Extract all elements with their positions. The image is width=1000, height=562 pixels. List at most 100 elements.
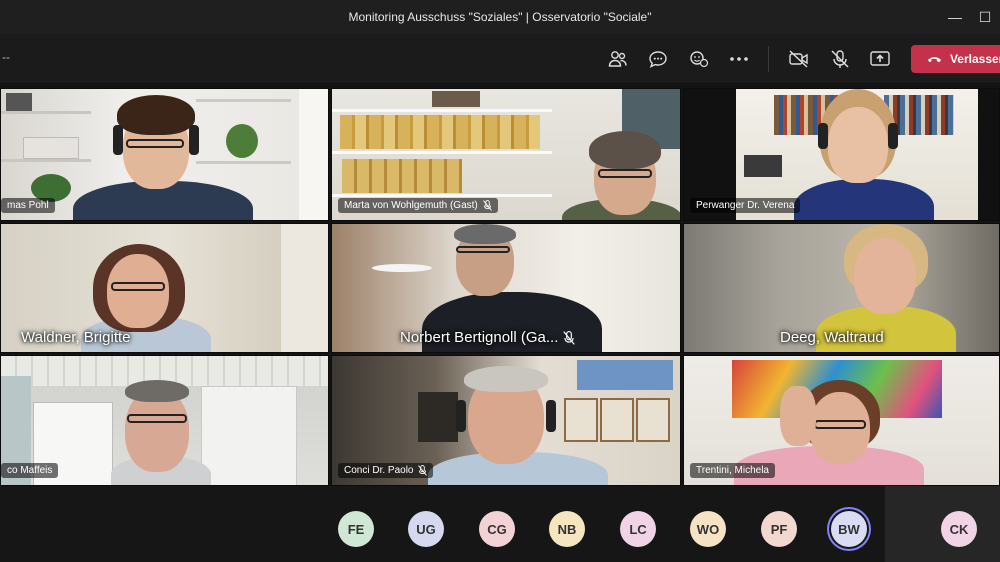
headset — [113, 125, 123, 155]
person-glasses — [127, 414, 187, 423]
participant-avatar[interactable]: BW — [831, 511, 867, 547]
meeting-timer: -- — [2, 50, 10, 64]
share-icon — [870, 51, 890, 66]
person-glasses — [111, 282, 165, 291]
participant-avatar[interactable]: FE — [338, 511, 374, 547]
share-screen-button[interactable] — [867, 47, 893, 71]
participant-avatar[interactable]: WO — [690, 511, 726, 547]
person-hand — [780, 386, 816, 446]
participant-name-tag: Norbert Bertignoll (Ga... — [400, 329, 576, 346]
participant-name-tag: Perwanger Dr. Verena — [690, 198, 801, 213]
participant-avatar[interactable]: CK — [941, 511, 977, 547]
mic-toggle-button[interactable] — [827, 47, 853, 71]
camera-toggle-button[interactable] — [786, 47, 812, 71]
window-title: Monitoring Ausschuss "Soziales" | Osserv… — [348, 10, 652, 24]
toolbar-divider — [768, 46, 769, 72]
participant-name-tag: Deeg, Waltraud — [780, 329, 884, 346]
headset — [456, 400, 466, 432]
video-tile[interactable]: Norbert Bertignoll (Ga... — [331, 223, 681, 353]
camera-off-icon — [789, 50, 808, 68]
storage-box — [23, 137, 79, 159]
participant-name-tag: mas Pohl — [1, 198, 55, 213]
participant-name-tag: Conci Dr. Paolo — [338, 463, 434, 478]
more-options-button[interactable] — [726, 47, 752, 71]
minimize-button[interactable]: — — [944, 6, 966, 28]
video-tile[interactable]: Waldner, Brigitte — [0, 223, 329, 353]
chat-icon — [649, 51, 667, 68]
shelf — [1, 159, 91, 162]
leave-button-label: Verlassen — [949, 52, 1000, 66]
people-icon — [608, 51, 627, 67]
wall — [299, 89, 328, 220]
participants-button[interactable] — [605, 47, 631, 71]
binders — [418, 392, 458, 442]
headset — [546, 400, 556, 432]
participant-avatar[interactable]: NB — [549, 511, 585, 547]
person-head — [107, 254, 169, 328]
video-tile[interactable]: Marta von Wohlgemuth (Gast) — [331, 88, 681, 221]
wall-map — [577, 360, 673, 390]
maximize-button[interactable]: ☐ — [974, 6, 996, 28]
person-hair — [125, 380, 189, 402]
video-grid: mas Pohl Marta von Wohlgemuth (Gast) Per… — [0, 88, 1000, 486]
title-bar: Monitoring Ausschuss "Soziales" | Osserv… — [0, 0, 1000, 34]
participant-avatar[interactable]: PF — [761, 511, 797, 547]
person-hair — [589, 131, 661, 169]
headset — [818, 123, 828, 149]
person-head — [828, 107, 888, 183]
whiteboard — [201, 386, 297, 485]
mic-muted-icon — [563, 330, 576, 345]
shelf — [196, 161, 291, 164]
video-tile[interactable]: mas Pohl — [0, 88, 329, 221]
shelf — [332, 151, 552, 154]
video-tile[interactable]: Perwanger Dr. Verena — [683, 88, 1000, 221]
person-head — [854, 238, 916, 314]
more-icon — [730, 57, 748, 61]
person-glasses — [598, 169, 652, 178]
participant-avatar[interactable]: UG — [408, 511, 444, 547]
participant-name-tag: Waldner, Brigitte — [21, 329, 131, 346]
video-tile[interactable]: Deeg, Waltraud — [683, 223, 1000, 353]
headset — [888, 123, 898, 149]
participant-name-tag: Marta von Wohlgemuth (Gast) — [338, 198, 498, 213]
picture-frame — [6, 93, 32, 111]
mic-muted-icon — [418, 465, 428, 476]
plant — [226, 124, 258, 158]
reactions-icon — [690, 51, 709, 68]
binders — [340, 115, 540, 149]
phone-hangup-icon — [927, 57, 942, 63]
participant-avatar[interactable]: CG — [479, 511, 515, 547]
picture-frame — [432, 91, 480, 107]
participant-avatar[interactable]: LC — [620, 511, 656, 547]
shelf — [196, 99, 291, 102]
person-hair — [464, 366, 548, 392]
leave-button[interactable]: Verlassen — [911, 45, 1000, 73]
door — [281, 224, 328, 352]
meeting-toolbar: -- Verlassen — [0, 34, 1000, 84]
person-glasses — [126, 139, 184, 148]
person-body — [794, 179, 934, 220]
person-glasses — [456, 246, 510, 253]
chat-button[interactable] — [645, 47, 671, 71]
reactions-button[interactable] — [686, 47, 712, 71]
person-hair — [454, 224, 516, 244]
person-glasses — [814, 420, 866, 429]
shelf — [1, 111, 91, 114]
headset — [189, 125, 199, 155]
mic-off-icon — [831, 50, 849, 68]
mic-muted-icon — [482, 200, 492, 211]
shelf — [332, 194, 552, 197]
participant-name-tag: Trentini, Michela — [690, 463, 775, 478]
basket — [744, 155, 782, 177]
picture-frame — [564, 398, 598, 442]
binders — [342, 159, 462, 193]
shelf — [332, 109, 552, 112]
video-tile[interactable]: co Maffeis — [0, 355, 329, 486]
participant-name-tag: co Maffeis — [1, 463, 59, 478]
video-tile[interactable]: Conci Dr. Paolo — [331, 355, 681, 486]
picture-frame — [600, 398, 634, 442]
picture-frame — [636, 398, 670, 442]
table — [372, 264, 432, 272]
video-tile[interactable]: Trentini, Michela — [683, 355, 1000, 486]
person-hair — [117, 95, 195, 135]
